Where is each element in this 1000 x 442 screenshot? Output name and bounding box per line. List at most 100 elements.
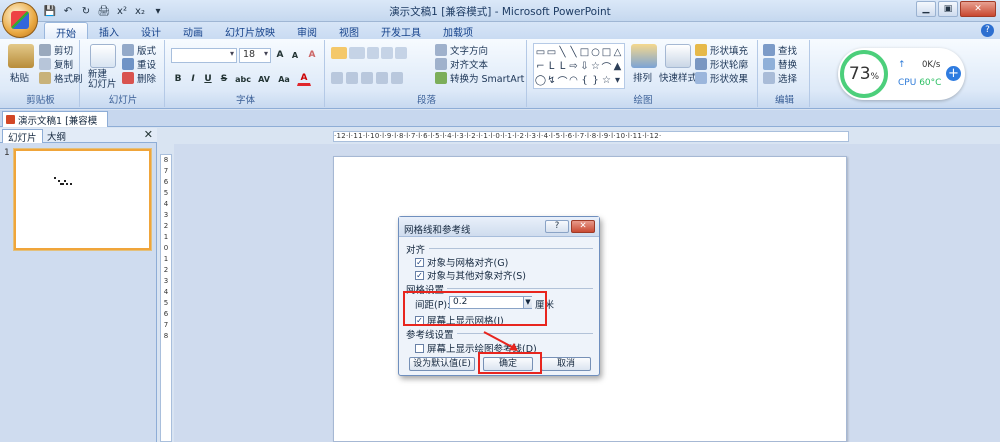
shape-item[interactable]: □: [579, 45, 590, 59]
reset-button[interactable]: 重设: [122, 57, 156, 71]
shape-item[interactable]: ⇨: [568, 59, 579, 73]
shape-item[interactable]: ↯: [546, 73, 557, 87]
tab-design[interactable]: 设计: [130, 22, 172, 39]
font-name-combo[interactable]: [171, 48, 237, 63]
shape-item[interactable]: ᒪ: [557, 59, 568, 73]
shape-item[interactable]: ☆: [590, 59, 601, 73]
line-spacing-icon[interactable]: [395, 47, 407, 59]
tab-slideshow[interactable]: 幻灯片放映: [214, 22, 286, 39]
shape-fill-button[interactable]: 形状填充: [695, 43, 748, 57]
shape-item[interactable]: ⇩: [579, 59, 590, 73]
cancel-button[interactable]: 取消: [541, 357, 591, 371]
bold-button[interactable]: B: [171, 72, 185, 86]
paste-icon[interactable]: [8, 44, 34, 68]
cpu-readout: CPU 60°C: [898, 78, 942, 88]
set-default-button[interactable]: 设为默认值(E): [409, 357, 475, 371]
tab-insert[interactable]: 插入: [88, 22, 130, 39]
columns-icon[interactable]: [391, 72, 403, 84]
strikethrough-button[interactable]: S: [217, 72, 231, 86]
restore-button[interactable]: ▣: [938, 1, 958, 17]
close-button[interactable]: ✕: [960, 1, 996, 17]
shape-outline-button[interactable]: 形状轮廓: [695, 57, 748, 71]
find-button[interactable]: 查找: [763, 43, 797, 57]
tab-developer[interactable]: 开发工具: [370, 22, 432, 39]
paste-button[interactable]: 粘贴: [10, 70, 29, 84]
arrange-icon[interactable]: [631, 44, 657, 68]
shape-item[interactable]: ▭: [535, 45, 546, 59]
grow-font-button[interactable]: A: [273, 48, 287, 62]
system-monitor-widget[interactable]: 73% ↑ 0K/s CPU 60°C +: [838, 48, 965, 100]
shape-item[interactable]: ◯: [535, 73, 546, 87]
dialog-close-button[interactable]: ✕: [571, 220, 595, 233]
shape-item[interactable]: ⌒: [557, 73, 568, 88]
decrease-indent-icon[interactable]: [367, 47, 379, 59]
shape-effects-button[interactable]: 形状效果: [695, 71, 748, 85]
quick-styles-button[interactable]: 快速样式: [659, 70, 697, 84]
font-size-combo[interactable]: 18: [239, 48, 271, 63]
shape-item[interactable]: ⌐: [535, 59, 546, 73]
tab-addins[interactable]: 加载项: [432, 22, 484, 39]
align-left-icon[interactable]: [331, 72, 343, 84]
numbering-icon[interactable]: [349, 47, 365, 59]
close-pane-icon[interactable]: ✕: [144, 128, 153, 141]
shape-item[interactable]: ▭: [546, 45, 557, 59]
shape-item[interactable]: □: [601, 45, 612, 59]
quick-styles-icon[interactable]: [665, 44, 691, 68]
clear-format-button[interactable]: A: [305, 48, 319, 62]
shadow-button[interactable]: abc: [233, 72, 253, 86]
help-icon[interactable]: ?: [981, 24, 994, 37]
smartart-button[interactable]: 转换为 SmartArt: [435, 71, 524, 85]
cut-button[interactable]: 剪切: [39, 43, 73, 57]
plus-icon[interactable]: +: [946, 66, 961, 81]
shapes-gallery[interactable]: ▭ ▭ ╲ ╲ □ ○ □ △ ⌐ ᒪ ᒪ ⇨ ⇩ ☆ ⌒ ▲ ◯ ↯ ⌒ ◠{} ☆ ▾: [533, 43, 625, 89]
shape-item[interactable]: ⌒: [601, 59, 612, 74]
shape-item[interactable]: ◠: [568, 73, 579, 87]
text-direction-button[interactable]: 文字方向: [435, 43, 488, 57]
shape-item[interactable]: ☆: [601, 73, 612, 87]
tab-review[interactable]: 审阅: [286, 22, 328, 39]
delete-slide-button[interactable]: 删除: [122, 71, 156, 85]
select-button[interactable]: 选择: [763, 71, 797, 85]
arrange-button[interactable]: 排列: [633, 70, 652, 84]
dialog-help-button[interactable]: ?: [545, 220, 569, 233]
italic-button[interactable]: I: [186, 72, 200, 86]
minimize-button[interactable]: ▁: [916, 1, 936, 17]
char-spacing-button[interactable]: AV: [255, 72, 273, 86]
shape-item[interactable]: {: [579, 73, 590, 87]
tab-slides[interactable]: 幻灯片: [2, 129, 43, 144]
shape-item[interactable]: ╲: [557, 45, 568, 59]
layout-button[interactable]: 版式: [122, 43, 156, 57]
align-text-button[interactable]: 对齐文本: [435, 57, 488, 71]
underline-button[interactable]: U: [201, 72, 215, 86]
snap-to-objects-checkbox[interactable]: ✓ 对象与其他对象对齐(S): [415, 268, 526, 282]
new-slide-button[interactable]: 新建 幻灯片: [88, 70, 117, 90]
tab-home[interactable]: 开始: [44, 22, 88, 40]
font-color-button[interactable]: A: [297, 72, 311, 86]
shape-item[interactable]: ○: [590, 45, 601, 59]
increase-indent-icon[interactable]: [381, 47, 393, 59]
snap-to-grid-checkbox[interactable]: ✓ 对象与网格对齐(G): [415, 255, 508, 269]
tab-animations[interactable]: 动画: [172, 22, 214, 39]
replace-button[interactable]: 替换: [763, 57, 797, 71]
tab-view[interactable]: 视图: [328, 22, 370, 39]
new-slide-icon[interactable]: [90, 44, 116, 68]
shape-item[interactable]: ᒪ: [546, 59, 557, 73]
shape-item[interactable]: ▾: [612, 73, 623, 87]
copy-button[interactable]: 复制: [39, 57, 73, 71]
office-button[interactable]: [2, 2, 38, 38]
align-center-icon[interactable]: [346, 72, 358, 84]
justify-icon[interactable]: [376, 72, 388, 84]
shape-item[interactable]: }: [590, 73, 601, 87]
shape-item[interactable]: ╲: [568, 45, 579, 59]
bullets-icon[interactable]: [331, 47, 347, 59]
shape-item[interactable]: ▲: [612, 59, 623, 73]
change-case-button[interactable]: Aa: [275, 72, 293, 86]
shape-item[interactable]: △: [612, 45, 623, 59]
align-right-icon[interactable]: [361, 72, 373, 84]
checkbox-box: [415, 343, 424, 353]
slide-thumbnail[interactable]: [14, 149, 151, 250]
tab-outline[interactable]: 大纲: [42, 129, 71, 143]
format-painter-button[interactable]: 格式刷: [39, 71, 83, 85]
shrink-font-button[interactable]: A: [288, 48, 302, 62]
document-tab[interactable]: 演示文稿1 [兼容模式]: [2, 111, 108, 141]
